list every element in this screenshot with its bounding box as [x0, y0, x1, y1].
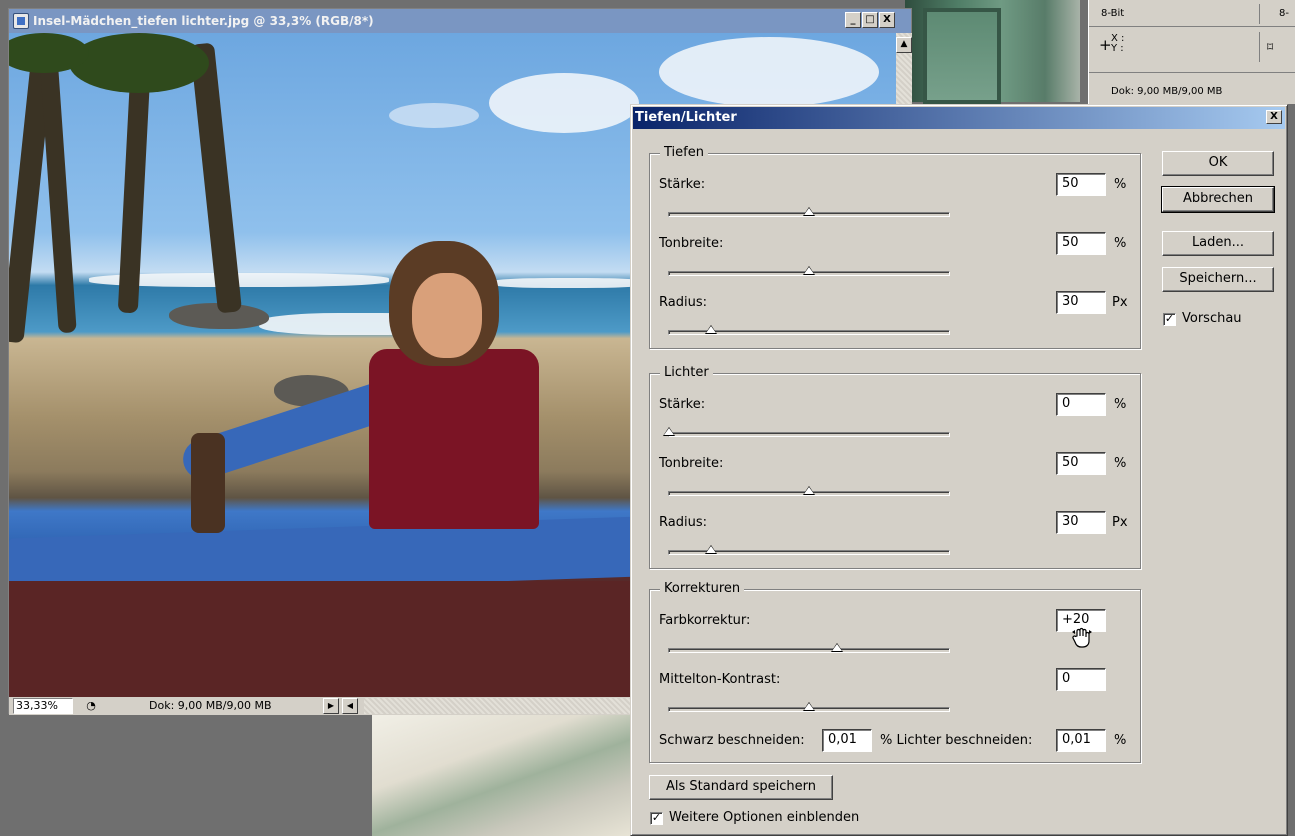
lichter-staerke-label: Stärke: [659, 397, 706, 412]
speichern-button[interactable]: Speichern... [1162, 267, 1274, 292]
slider-thumb-icon[interactable] [705, 325, 717, 334]
lichter-beschneiden-unit: % [1114, 733, 1127, 748]
slider-thumb-icon[interactable] [705, 545, 717, 554]
lichter-beschneiden-input[interactable]: 0,01 [1056, 729, 1106, 752]
lichter-radius-unit: Px [1112, 515, 1128, 530]
lichter-staerke-input[interactable]: 0 [1056, 393, 1106, 416]
lichter-radius-label: Radius: [659, 515, 707, 530]
group-lichter-legend: Lichter [660, 365, 713, 381]
group-lichter: Lichter Stärke: 0 % Tonbreite: 50 % Radi… [649, 365, 1141, 569]
palm-fronds [69, 33, 209, 93]
slider-thumb-icon[interactable] [831, 643, 843, 652]
status-doc-size: Dok: 9,00 MB/9,00 MB [149, 699, 272, 712]
tiefen-radius-unit: Px [1112, 295, 1128, 310]
vorschau-checkbox[interactable]: ✓ [1163, 313, 1176, 326]
group-korrekturen: Korrekturen Farbkorrektur: +20 Mittelton… [649, 581, 1141, 763]
slider-thumb-icon[interactable] [803, 207, 815, 216]
close-button[interactable]: X [879, 12, 895, 28]
slider-thumb-icon[interactable] [663, 427, 675, 436]
lichter-beschneiden-label: % Lichter beschneiden: [880, 733, 1033, 748]
lichter-tonbreite-input[interactable]: 50 [1056, 452, 1106, 475]
lichter-staerke-slider[interactable] [663, 427, 950, 437]
tiefen-radius-slider[interactable] [668, 325, 950, 335]
info-doc-size: Dok: 9,00 MB/9,00 MB [1111, 86, 1223, 97]
minimize-button[interactable]: _ [845, 12, 861, 28]
slider-thumb-icon[interactable] [803, 702, 815, 711]
dialog-titlebar[interactable]: Tiefen/Lichter X [633, 107, 1285, 129]
lichter-staerke-unit: % [1114, 397, 1127, 412]
mittelton-kontrast-input[interactable]: 0 [1056, 668, 1106, 691]
lichter-radius-slider[interactable] [668, 545, 950, 555]
mittelton-kontrast-slider[interactable] [668, 702, 950, 712]
lichter-radius-input[interactable]: 30 [1056, 511, 1106, 534]
selection-size-icon: ⌑ [1267, 40, 1274, 54]
scroll-up-arrow-icon[interactable]: ▲ [896, 37, 912, 53]
weitere-optionen-label[interactable]: Weitere Optionen einblenden [669, 810, 859, 825]
cloud [659, 37, 879, 107]
cloud [489, 73, 639, 133]
dialog-close-button[interactable]: X [1266, 110, 1282, 124]
tiefen-lichter-dialog: Tiefen/Lichter X Tiefen Stärke: 50 % Ton… [630, 104, 1288, 836]
oarlock [191, 433, 225, 533]
crosshair-icon: + [1099, 36, 1112, 54]
schwarz-beschneiden-label: Schwarz beschneiden: [659, 733, 805, 748]
schwarz-beschneiden-input[interactable]: 0,01 [822, 729, 872, 752]
background-photo-right [905, 0, 1080, 104]
tiefen-tonbreite-label: Tonbreite: [659, 236, 724, 251]
document-title: Insel-Mädchen_tiefen lichter.jpg @ 33,3%… [33, 14, 374, 28]
farbkorrektur-label: Farbkorrektur: [659, 613, 751, 628]
farbkorrektur-slider[interactable] [668, 643, 950, 653]
girl-shirt [369, 349, 539, 529]
slider-thumb-icon[interactable] [803, 266, 815, 275]
scrubby-hand-cursor-icon [1072, 627, 1092, 648]
document-titlebar[interactable]: Insel-Mädchen_tiefen lichter.jpg @ 33,3%… [9, 9, 911, 33]
lichter-tonbreite-slider[interactable] [668, 486, 950, 496]
palm-trunk [39, 52, 77, 334]
cloud [389, 103, 479, 128]
tiefen-tonbreite-slider[interactable] [668, 266, 950, 276]
group-korrekturen-legend: Korrekturen [660, 581, 745, 597]
lichter-tonbreite-label: Tonbreite: [659, 456, 724, 471]
info-divider [1259, 32, 1260, 62]
tiefen-tonbreite-unit: % [1114, 236, 1127, 251]
tiefen-staerke-unit: % [1114, 177, 1127, 192]
background-photo-bottom [372, 715, 632, 836]
dialog-title: Tiefen/Lichter [635, 110, 737, 125]
status-info-icon[interactable]: ◔ [81, 698, 101, 714]
tiefen-radius-label: Radius: [659, 295, 707, 310]
weitere-optionen-checkbox[interactable]: ✓ [650, 812, 663, 825]
wave [489, 278, 649, 288]
info-divider-h [1089, 26, 1295, 27]
girl-face [412, 273, 482, 358]
zoom-level-field[interactable]: 33,33% [13, 698, 73, 714]
tiefen-staerke-input[interactable]: 50 [1056, 173, 1106, 196]
xy-readout: X : Y : [1111, 33, 1125, 54]
laden-button[interactable]: Laden... [1162, 231, 1274, 256]
group-tiefen: Tiefen Stärke: 50 % Tonbreite: 50 % Radi… [649, 145, 1141, 349]
group-tiefen-legend: Tiefen [660, 145, 708, 161]
info-divider [1259, 4, 1260, 24]
photoshop-doc-icon [13, 13, 29, 29]
status-menu-arrow-icon[interactable]: ▶ [323, 698, 339, 714]
vorschau-label[interactable]: Vorschau [1182, 311, 1242, 326]
als-standard-speichern-button[interactable]: Als Standard speichern [649, 775, 833, 800]
info-divider-h [1089, 72, 1295, 73]
ok-button[interactable]: OK [1162, 151, 1274, 176]
scroll-left-arrow-icon[interactable]: ◀ [342, 698, 358, 714]
info-panel: 8-Bit 8- + X : Y : ⌑ Dok: 9,00 MB/9,00 M… [1088, 0, 1295, 104]
bit-depth-left: 8-Bit [1101, 8, 1125, 19]
tiefen-radius-input[interactable]: 30 [1056, 291, 1106, 314]
bit-depth-right: 8- [1279, 8, 1289, 19]
tiefen-tonbreite-input[interactable]: 50 [1056, 232, 1106, 255]
slider-thumb-icon[interactable] [803, 486, 815, 495]
tiefen-staerke-label: Stärke: [659, 177, 706, 192]
mittelton-kontrast-label: Mittelton-Kontrast: [659, 672, 781, 687]
tiefen-staerke-slider[interactable] [668, 207, 950, 217]
abbrechen-button[interactable]: Abbrechen [1161, 186, 1275, 213]
lichter-tonbreite-unit: % [1114, 456, 1127, 471]
maximize-button[interactable]: □ [862, 12, 878, 28]
